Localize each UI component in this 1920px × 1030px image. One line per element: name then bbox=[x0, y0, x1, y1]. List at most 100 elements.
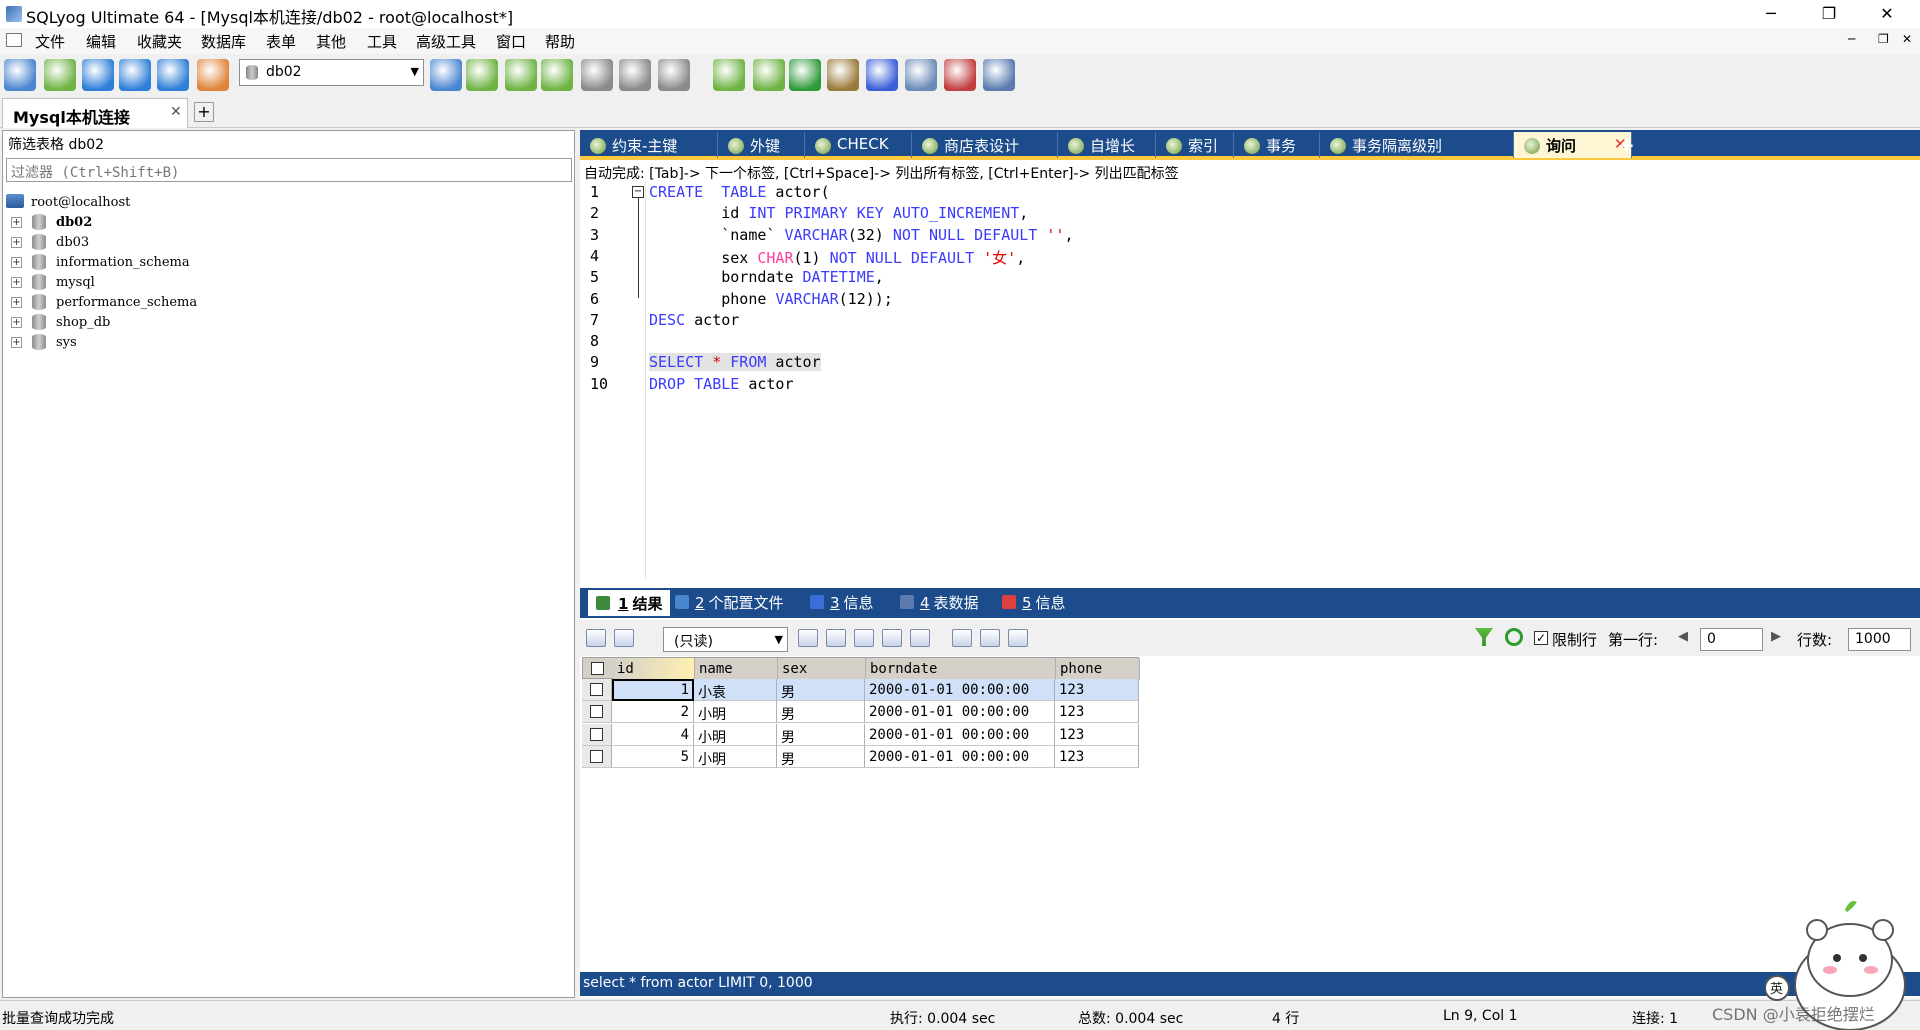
toolbar-button-6[interactable] bbox=[430, 59, 462, 91]
rows-input[interactable]: 1000 bbox=[1848, 628, 1911, 651]
menu-0[interactable]: 文件 bbox=[35, 31, 65, 52]
mdi-minimize-icon[interactable]: ─ bbox=[1848, 32, 1855, 46]
table-cell[interactable]: 123 bbox=[1055, 723, 1139, 746]
result-tab-1[interactable]: 2 个配置文件 bbox=[673, 592, 784, 613]
expand-icon[interactable]: + bbox=[11, 237, 22, 248]
table-cell[interactable]: 1 bbox=[612, 679, 694, 701]
query-tab-3[interactable]: 商店表设计 bbox=[912, 132, 1058, 158]
result-tab-0[interactable]: 1 结果 bbox=[588, 590, 671, 616]
query-tab-0[interactable]: 约束-主键 bbox=[580, 132, 718, 158]
row-checkbox[interactable] bbox=[590, 749, 603, 763]
toolbar-button-8[interactable] bbox=[505, 59, 537, 91]
toolbar-button-15[interactable] bbox=[789, 59, 821, 91]
query-tab-4[interactable]: 自增长 bbox=[1058, 132, 1156, 158]
expand-icon[interactable]: + bbox=[11, 217, 22, 228]
fold-toggle-icon[interactable]: − bbox=[632, 186, 644, 198]
toolbar-button-18[interactable] bbox=[905, 59, 937, 91]
toolbar-button-11[interactable] bbox=[619, 59, 651, 91]
table-cell[interactable]: 男 bbox=[777, 701, 865, 724]
column-header-sex[interactable]: sex bbox=[778, 658, 866, 680]
table-cell[interactable]: 男 bbox=[777, 679, 865, 701]
menu-7[interactable]: 高级工具 bbox=[416, 31, 476, 52]
toolbar-button-3[interactable] bbox=[119, 59, 151, 91]
add-query-tab-icon[interactable]: + bbox=[1618, 133, 1635, 157]
result-tab-2[interactable]: 3 信息 bbox=[808, 592, 874, 613]
query-tab-8[interactable]: 询问 ✕ bbox=[1514, 132, 1632, 158]
column-header-name[interactable]: name bbox=[695, 658, 778, 680]
table-cell[interactable]: 2 bbox=[612, 701, 694, 724]
table-row[interactable]: 4 小明男 2000-01-01 00:00:00 123 bbox=[582, 723, 1139, 746]
expand-icon[interactable]: + bbox=[11, 297, 22, 308]
menu-4[interactable]: 表单 bbox=[266, 31, 296, 52]
mdi-close-icon[interactable]: ✕ bbox=[1902, 32, 1912, 46]
toolbar-button-4[interactable] bbox=[157, 59, 189, 91]
tree-db-performance_schema[interactable]: performance_schema bbox=[56, 295, 197, 310]
toolbar-button-17[interactable] bbox=[866, 59, 898, 91]
table-cell[interactable]: 123 bbox=[1055, 679, 1139, 701]
close-tab-icon[interactable]: ✕ bbox=[170, 104, 182, 120]
database-selector[interactable]: db02 ▼ bbox=[239, 59, 424, 86]
menu-1[interactable]: 编辑 bbox=[86, 31, 116, 52]
column-header-id[interactable]: id bbox=[613, 658, 695, 680]
next-page-icon[interactable]: ▶ bbox=[1771, 629, 1781, 644]
table-cell[interactable]: 2000-01-01 00:00:00 bbox=[865, 745, 1055, 768]
tree-db-db02[interactable]: db02 bbox=[56, 215, 92, 230]
select-all-checkbox[interactable] bbox=[591, 662, 604, 675]
mdi-restore-icon[interactable]: ❐ bbox=[1878, 32, 1889, 46]
expand-icon[interactable]: + bbox=[11, 257, 22, 268]
table-cell[interactable]: 4 bbox=[612, 723, 694, 746]
tree-db-information_schema[interactable]: information_schema bbox=[56, 255, 190, 270]
row-checkbox[interactable] bbox=[590, 705, 603, 719]
toolbar-button-19[interactable] bbox=[944, 59, 976, 91]
close-icon[interactable]: ✕ bbox=[1864, 0, 1910, 28]
refresh-icon[interactable] bbox=[1505, 628, 1523, 646]
tree-db-mysql[interactable]: mysql bbox=[56, 275, 95, 290]
minimize-icon[interactable]: ─ bbox=[1748, 0, 1794, 28]
table-cell[interactable]: 123 bbox=[1055, 745, 1139, 768]
toolbar-button-1[interactable] bbox=[44, 59, 76, 91]
first-row-input[interactable]: 0 bbox=[1700, 628, 1763, 651]
table-cell[interactable]: 男 bbox=[777, 723, 865, 746]
toolbar-button-16[interactable] bbox=[827, 59, 859, 91]
table-row[interactable]: 1 小袁男 2000-01-01 00:00:00 123 bbox=[582, 679, 1139, 702]
result-tool-icon-9[interactable] bbox=[1008, 629, 1028, 647]
toolbar-button-14[interactable] bbox=[753, 59, 785, 91]
menu-5[interactable]: 其他 bbox=[316, 31, 346, 52]
menu-3[interactable]: 数据库 bbox=[201, 31, 246, 52]
query-tab-6[interactable]: 事务 bbox=[1234, 132, 1320, 158]
row-checkbox[interactable] bbox=[590, 727, 603, 741]
table-cell[interactable]: 男 bbox=[777, 745, 865, 768]
result-tab-3[interactable]: 4 表数据 bbox=[898, 592, 979, 613]
column-header-borndate[interactable]: borndate bbox=[866, 658, 1056, 680]
table-cell[interactable]: 123 bbox=[1055, 701, 1139, 724]
menu-2[interactable]: 收藏夹 bbox=[137, 31, 182, 52]
result-tool-icon-2[interactable] bbox=[798, 629, 818, 647]
query-tab-5[interactable]: 索引 bbox=[1156, 132, 1234, 158]
result-tab-4[interactable]: 5 信息 bbox=[1000, 592, 1066, 613]
result-tool-icon-3[interactable] bbox=[826, 629, 846, 647]
query-tab-2[interactable]: CHECK bbox=[805, 132, 912, 158]
menu-6[interactable]: 工具 bbox=[367, 31, 397, 52]
result-tool-icon-7[interactable] bbox=[952, 629, 972, 647]
toolbar-button-2[interactable] bbox=[82, 59, 114, 91]
toolbar-button-7[interactable] bbox=[466, 59, 498, 91]
row-checkbox[interactable] bbox=[590, 683, 603, 696]
tree-root[interactable]: root@localhost bbox=[31, 195, 130, 210]
table-cell[interactable]: 小袁 bbox=[694, 679, 777, 701]
table-cell[interactable]: 5 bbox=[612, 745, 694, 768]
expand-icon[interactable]: + bbox=[11, 277, 22, 288]
toolbar-button-13[interactable] bbox=[713, 59, 745, 91]
result-tool-icon-1[interactable] bbox=[614, 629, 634, 647]
menu-9[interactable]: 帮助 bbox=[545, 31, 575, 52]
table-cell[interactable]: 2000-01-01 00:00:00 bbox=[865, 723, 1055, 746]
toolbar-button-0[interactable] bbox=[4, 59, 36, 91]
tree-db-db03[interactable]: db03 bbox=[56, 235, 89, 250]
toolbar-button-10[interactable] bbox=[581, 59, 613, 91]
expand-icon[interactable]: + bbox=[11, 337, 22, 348]
limit-checkbox[interactable]: ✓ bbox=[1534, 631, 1548, 645]
toolbar-button-9[interactable] bbox=[541, 59, 573, 91]
result-tool-icon-6[interactable] bbox=[910, 629, 930, 647]
add-connection-tab-icon[interactable]: + bbox=[194, 102, 214, 122]
prev-page-icon[interactable]: ◀ bbox=[1678, 629, 1688, 644]
filter-input[interactable]: 过滤器 (Ctrl+Shift+B) bbox=[6, 158, 572, 182]
